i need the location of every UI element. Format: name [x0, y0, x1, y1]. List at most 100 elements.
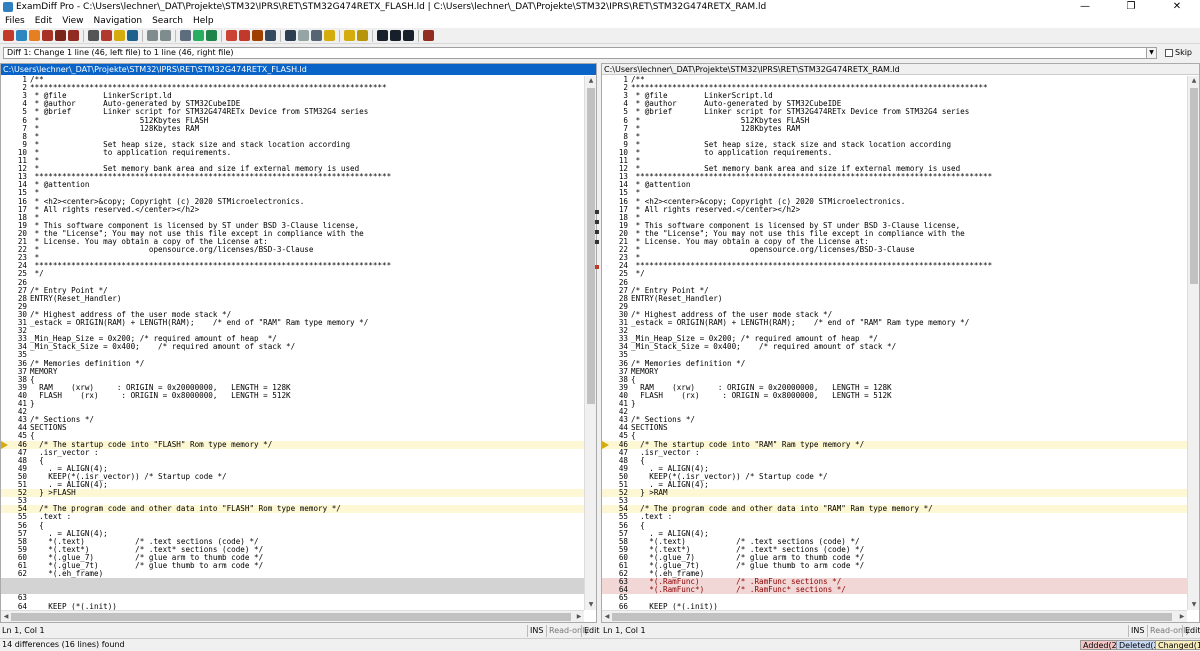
code-line[interactable]: 51 . = ALIGN(4);	[1, 480, 584, 489]
code-line[interactable]: 40 FLASH (rx) : ORIGIN = 0x8000000, LENG…	[1, 391, 584, 400]
code-line[interactable]: 31 _estack = ORIGIN(RAM) + LENGTH(RAM); /…	[602, 318, 1187, 327]
left-horizontal-scrollbar[interactable]: ◀ ▶	[1, 610, 584, 622]
overview-marker[interactable]	[595, 230, 599, 234]
code-line[interactable]: 22 * opensource.org/licenses/BSD-3-Claus…	[602, 245, 1187, 254]
recompare-icon[interactable]	[16, 30, 27, 41]
code-line[interactable]: 24 *************************************…	[602, 262, 1187, 270]
left-code-view[interactable]: 1/** 2 ***********************************…	[1, 76, 584, 610]
right-code-view[interactable]: 1/** 2 ***********************************…	[602, 76, 1187, 610]
prev-diff-icon[interactable]	[324, 30, 335, 41]
code-line[interactable]: 25 */	[602, 270, 1187, 278]
compare-icon[interactable]	[3, 30, 14, 41]
code-line[interactable]: 64 KEEP (*(.init))	[1, 602, 584, 610]
code-line[interactable]: 64 *(.RamFunc*) /* .RamFunc* sections */	[602, 586, 1187, 595]
split-icon[interactable]	[265, 30, 276, 41]
options-icon[interactable]	[114, 30, 125, 41]
code-line[interactable]: 41}	[602, 399, 1187, 408]
maximize-button[interactable]: ❐	[1108, 0, 1154, 14]
left-file-pane[interactable]: C:\Users\lechner\_DAT\Projekte\STM32\IPR…	[0, 63, 597, 623]
scroll-right-icon[interactable]: ▶	[574, 611, 584, 622]
diff-selector[interactable]: Diff 1: Change 1 line (46, left file) to…	[3, 47, 1157, 59]
copy-right-icon[interactable]	[193, 30, 204, 41]
redo-icon[interactable]	[160, 30, 171, 41]
find-prev-icon[interactable]	[403, 30, 414, 41]
scroll-left-icon[interactable]: ◀	[1, 611, 11, 622]
code-line[interactable]: 36/* Memories definition */	[602, 359, 1187, 368]
chevron-down-icon[interactable]: ▼	[1146, 48, 1156, 58]
code-line[interactable]: 10 * to application requirements.	[602, 148, 1187, 157]
right-vertical-scrollbar[interactable]: ▲ ▼	[1187, 76, 1199, 610]
code-line[interactable]: 7 * 128Kbytes RAM	[1, 124, 584, 133]
code-line[interactable]: 43/* Sections */	[602, 416, 1187, 424]
view-options-icon[interactable]	[127, 30, 138, 41]
diff-overview-bar[interactable]	[593, 75, 601, 613]
find-icon[interactable]	[377, 30, 388, 41]
menu-edit[interactable]: Edit	[30, 16, 57, 26]
code-line[interactable]: 44 SECTIONS	[602, 424, 1187, 432]
code-line[interactable]: 47 .isr_vector :	[1, 448, 584, 457]
code-line[interactable]: 66 KEEP (*(.init))	[602, 602, 1187, 610]
skip-checkbox[interactable]: Skip	[1165, 48, 1192, 57]
scroll-down-icon[interactable]: ▼	[1188, 600, 1199, 610]
code-line[interactable]: 55 .text :	[1, 513, 584, 521]
show-same-icon[interactable]	[252, 30, 263, 41]
code-line[interactable]: 17 * All rights reserved.</center></h2>	[1, 205, 584, 214]
code-line[interactable]: 37 MEMORY	[602, 367, 1187, 376]
code-line[interactable]: 54 /* The program code and other data in…	[602, 505, 1187, 514]
minimize-button[interactable]: —	[1062, 0, 1108, 14]
code-line[interactable]: 34 _Min_Stack_Size = 0x400; /* required a…	[602, 343, 1187, 351]
merge-icon[interactable]	[285, 30, 296, 41]
overview-marker[interactable]	[595, 265, 599, 269]
scroll-thumb[interactable]	[1190, 88, 1198, 284]
scroll-thumb[interactable]	[612, 613, 1172, 621]
refresh-icon[interactable]	[180, 30, 191, 41]
last-diff-icon[interactable]	[357, 30, 368, 41]
menu-search[interactable]: Search	[147, 16, 188, 26]
scroll-thumb[interactable]	[11, 613, 571, 621]
code-line[interactable]: 22 * opensource.org/licenses/BSD-3-Claus…	[1, 245, 584, 254]
code-line[interactable]: 52 } >RAM	[602, 488, 1187, 498]
code-line[interactable]: 62 *(.eh_frame)	[1, 569, 584, 578]
code-line[interactable]: 55 .text :	[602, 513, 1187, 521]
overview-marker[interactable]	[595, 240, 599, 244]
overview-marker[interactable]	[595, 220, 599, 224]
code-line[interactable]: 25 */	[1, 270, 584, 278]
next-diff-icon[interactable]	[344, 30, 355, 41]
code-line[interactable]: 24 *************************************…	[1, 262, 584, 270]
menu-help[interactable]: Help	[188, 16, 219, 26]
find-next-icon[interactable]	[390, 30, 401, 41]
scroll-right-icon[interactable]: ▶	[1177, 611, 1187, 622]
swap-icon[interactable]	[29, 30, 40, 41]
menu-navigation[interactable]: Navigation	[89, 16, 148, 26]
code-line[interactable]: 34 _Min_Stack_Size = 0x400; /* required a…	[1, 343, 584, 351]
code-line[interactable]	[1, 586, 584, 595]
ignore-icon[interactable]	[298, 30, 309, 41]
code-line[interactable]: 43/* Sections */	[1, 416, 584, 424]
code-line[interactable]: 40 FLASH (rx) : ORIGIN = 0x8000000, LENG…	[602, 391, 1187, 400]
scroll-up-icon[interactable]: ▲	[1188, 76, 1199, 86]
code-line[interactable]: 28 ENTRY(Reset_Handler)	[602, 294, 1187, 303]
sort-icon[interactable]	[423, 30, 434, 41]
menu-view[interactable]: View	[57, 16, 88, 26]
code-line[interactable]: 52 } >FLASH	[1, 488, 584, 498]
right-file-pane[interactable]: C:\Users\lechner\_DAT\Projekte\STM32\IPR…	[601, 63, 1200, 623]
save-as-icon[interactable]	[68, 30, 79, 41]
code-line[interactable]: 17 * All rights reserved.</center></h2>	[602, 205, 1187, 214]
code-line[interactable]: 37 MEMORY	[1, 367, 584, 376]
code-line[interactable]: 41}	[1, 399, 584, 408]
code-line[interactable]: 14 * @attention	[1, 181, 584, 189]
new-icon[interactable]	[101, 30, 112, 41]
code-line[interactable]: 54 /* The program code and other data in…	[1, 505, 584, 514]
code-line[interactable]: 44 SECTIONS	[1, 424, 584, 432]
show-diffs-icon[interactable]	[239, 30, 250, 41]
checkbox-icon[interactable]	[1165, 48, 1173, 57]
code-line[interactable]: 28 ENTRY(Reset_Handler)	[1, 294, 584, 303]
code-line[interactable]: 7 * 128Kbytes RAM	[602, 124, 1187, 133]
code-line[interactable]: 47 .isr_vector :	[602, 448, 1187, 457]
list-icon[interactable]	[311, 30, 322, 41]
open-icon[interactable]	[42, 30, 53, 41]
undo-icon[interactable]	[147, 30, 158, 41]
code-line[interactable]: 36/* Memories definition */	[1, 359, 584, 368]
close-button[interactable]: ✕	[1154, 0, 1200, 14]
print-icon[interactable]	[88, 30, 99, 41]
